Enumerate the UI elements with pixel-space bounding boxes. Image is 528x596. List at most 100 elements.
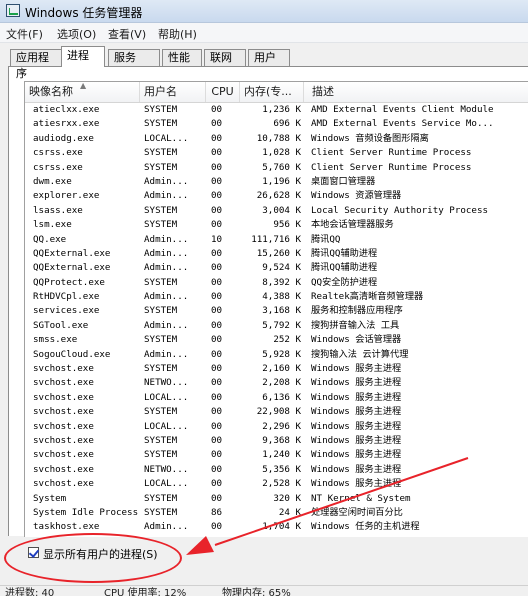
- cell-user-name: SYSTEM: [144, 204, 178, 216]
- table-row[interactable]: svchost.exe NETWO... 00 2,208 K Windows 服务主进…: [25, 376, 528, 390]
- column-memory[interactable]: 内存(专...: [240, 82, 304, 102]
- table-row[interactable]: svchost.exe LOCAL... 00 6,136 K Windows 服务主进…: [25, 391, 528, 405]
- column-image-name[interactable]: 映像名称 ▲: [25, 82, 140, 102]
- table-row[interactable]: csrss.exe SYSTEM 00 1,028 K Client Server Ru…: [25, 146, 528, 160]
- menu-bar: 文件(F) 选项(O) 查看(V) 帮助(H): [0, 23, 528, 43]
- cell-cpu: 00: [211, 161, 223, 173]
- tab-services[interactable]: 服务: [108, 49, 160, 66]
- tab-users[interactable]: 用户: [248, 49, 290, 66]
- menu-options[interactable]: 选项(O): [57, 26, 96, 42]
- cell-user-name: NETWO...: [144, 463, 189, 475]
- table-row[interactable]: lsm.exe SYSTEM 00 956 K 本地会话管理器服务: [25, 218, 528, 232]
- cell-image-name: svchost.exe: [33, 463, 94, 475]
- cell-cpu: 00: [211, 132, 223, 144]
- table-row[interactable]: svchost.exe SYSTEM 00 22,908 K Windows 服务主进程: [25, 405, 528, 419]
- cell-memory: 5,760 K: [262, 161, 301, 173]
- cell-description: Windows 资源管理器: [311, 190, 402, 202]
- table-row[interactable]: atieclxx.exe SYSTEM 00 1,236 K AMD External …: [25, 103, 528, 117]
- annotation-circle: [4, 533, 182, 583]
- cell-memory: 1,236 K: [262, 104, 301, 115]
- cell-memory: 1,240 K: [262, 449, 301, 461]
- cell-user-name: Admin...: [144, 190, 189, 202]
- cell-memory: 3,168 K: [262, 305, 301, 317]
- cell-image-name: svchost.exe: [33, 363, 94, 375]
- table-row[interactable]: RtHDVCpl.exe Admin... 00 4,388 K Realtek高清晰音…: [25, 290, 528, 304]
- menu-file[interactable]: 文件(F): [6, 26, 43, 42]
- cell-user-name: LOCAL...: [144, 478, 189, 490]
- cell-description: 腾讯QQ: [311, 233, 341, 245]
- table-row[interactable]: QQExternal.exe Admin... 00 9,524 K 腾讯QQ辅助进程: [25, 261, 528, 275]
- cell-user-name: LOCAL...: [144, 391, 189, 403]
- cell-cpu: 00: [211, 319, 223, 331]
- cell-description: 腾讯QQ辅助进程: [311, 262, 378, 274]
- cell-user-name: SYSTEM: [144, 406, 178, 418]
- cell-memory: 2,208 K: [262, 377, 301, 389]
- column-cpu[interactable]: CPU: [206, 82, 240, 102]
- cell-image-name: svchost.exe: [33, 406, 94, 418]
- tab-applications[interactable]: 应用程序: [10, 49, 62, 80]
- cell-image-name: QQProtect.exe: [33, 276, 105, 288]
- table-row[interactable]: svchost.exe NETWO... 00 5,356 K Windows 服务主进…: [25, 463, 528, 477]
- tab-processes[interactable]: 进程: [61, 46, 105, 67]
- cell-memory: 5,356 K: [262, 463, 301, 475]
- cell-description: Windows 服务主进程: [311, 463, 402, 475]
- table-row[interactable]: svchost.exe LOCAL... 00 2,296 K Windows 服务主进…: [25, 420, 528, 434]
- cell-user-name: NETWO...: [144, 377, 189, 389]
- cell-cpu: 00: [211, 104, 223, 115]
- cell-cpu: 00: [211, 406, 223, 418]
- cell-description: 搜狗输入法 云计算代理: [311, 348, 409, 360]
- cell-memory: 252 K: [273, 334, 301, 346]
- table-row[interactable]: QQExternal.exe Admin... 00 15,260 K 腾讯QQ辅助进程: [25, 247, 528, 261]
- cell-image-name: svchost.exe: [33, 391, 94, 403]
- cell-description: Windows 服务主进程: [311, 391, 402, 403]
- table-row[interactable]: svchost.exe SYSTEM 00 2,160 K Windows 服务主进程: [25, 362, 528, 376]
- cell-user-name: LOCAL...: [144, 420, 189, 432]
- table-row[interactable]: QQ.exe Admin... 10 111,716 K 腾讯QQ: [25, 233, 528, 247]
- cell-cpu: 00: [211, 247, 223, 259]
- column-user-name[interactable]: 用户名: [140, 82, 206, 102]
- column-description[interactable]: 描述: [304, 82, 528, 102]
- cell-description: Windows 服务主进程: [311, 420, 402, 432]
- cell-image-name: atiesrxx.exe: [33, 118, 100, 130]
- cell-image-name: svchost.exe: [33, 420, 94, 432]
- cell-memory: 2,528 K: [262, 478, 301, 490]
- cell-image-name: svchost.exe: [33, 377, 94, 389]
- cell-description: QQ安全防护进程: [311, 276, 378, 288]
- cell-image-name: System Idle Process: [33, 506, 139, 518]
- table-row[interactable]: lsass.exe SYSTEM 00 3,004 K Local Security A…: [25, 204, 528, 218]
- status-bar: 进程数: 40 CPU 使用率: 12% 物理内存: 65%: [0, 585, 528, 596]
- table-row[interactable]: audiodg.exe LOCAL... 00 10,788 K Windows 音频设…: [25, 132, 528, 146]
- table-row[interactable]: svchost.exe SYSTEM 00 9,368 K Windows 服务主进程: [25, 434, 528, 448]
- table-row[interactable]: SGTool.exe Admin... 00 5,792 K 搜狗拼音输入法 工具: [25, 319, 528, 333]
- cell-description: Windows 服务主进程: [311, 449, 402, 461]
- cell-image-name: QQExternal.exe: [33, 262, 111, 274]
- table-row[interactable]: explorer.exe Admin... 00 26,628 K Windows 资源…: [25, 189, 528, 203]
- table-row[interactable]: System Idle Process SYSTEM 86 24 K 处理器空闲时间百分…: [25, 506, 528, 520]
- table-row[interactable]: services.exe SYSTEM 00 3,168 K 服务和控制器应用程序: [25, 304, 528, 318]
- cell-user-name: Admin...: [144, 319, 189, 331]
- table-row[interactable]: csrss.exe SYSTEM 00 5,760 K Client Server Ru…: [25, 161, 528, 175]
- cell-memory: 10,788 K: [256, 132, 301, 144]
- cell-memory: 26,628 K: [256, 190, 301, 202]
- cell-user-name: Admin...: [144, 175, 189, 187]
- cell-cpu: 00: [211, 449, 223, 461]
- cell-image-name: smss.exe: [33, 334, 78, 346]
- cell-description: Windows 音频设备图形隔离: [311, 132, 429, 144]
- tab-performance[interactable]: 性能: [162, 49, 202, 66]
- table-row[interactable]: atiesrxx.exe SYSTEM 00 696 K AMD External Ev…: [25, 117, 528, 131]
- table-row[interactable]: svchost.exe SYSTEM 00 1,240 K Windows 服务主进程: [25, 448, 528, 462]
- table-row[interactable]: dwm.exe Admin... 00 1,196 K 桌面窗口管理器: [25, 175, 528, 189]
- table-row[interactable]: svchost.exe LOCAL... 00 2,528 K Windows 服务主进…: [25, 477, 528, 491]
- process-list[interactable]: 映像名称 ▲ 用户名 CPU 内存(专... 描述 atieclxx.exe SY…: [24, 81, 528, 537]
- table-row[interactable]: SogouCloud.exe Admin... 00 5,928 K 搜狗输入法 云计算…: [25, 348, 528, 362]
- tab-networking[interactable]: 联网: [204, 49, 246, 66]
- status-memory: 物理内存: 65%: [222, 588, 291, 596]
- menu-view[interactable]: 查看(V): [108, 26, 146, 42]
- cell-user-name: LOCAL...: [144, 132, 189, 144]
- cell-cpu: 00: [211, 348, 223, 360]
- cell-memory: 9,368 K: [262, 434, 301, 446]
- table-row[interactable]: smss.exe SYSTEM 00 252 K Windows 会话管理器: [25, 333, 528, 347]
- menu-help[interactable]: 帮助(H): [158, 26, 197, 42]
- table-row[interactable]: QQProtect.exe SYSTEM 00 8,392 K QQ安全防护进程: [25, 276, 528, 290]
- table-row[interactable]: System SYSTEM 00 320 K NT Kernel & System: [25, 492, 528, 506]
